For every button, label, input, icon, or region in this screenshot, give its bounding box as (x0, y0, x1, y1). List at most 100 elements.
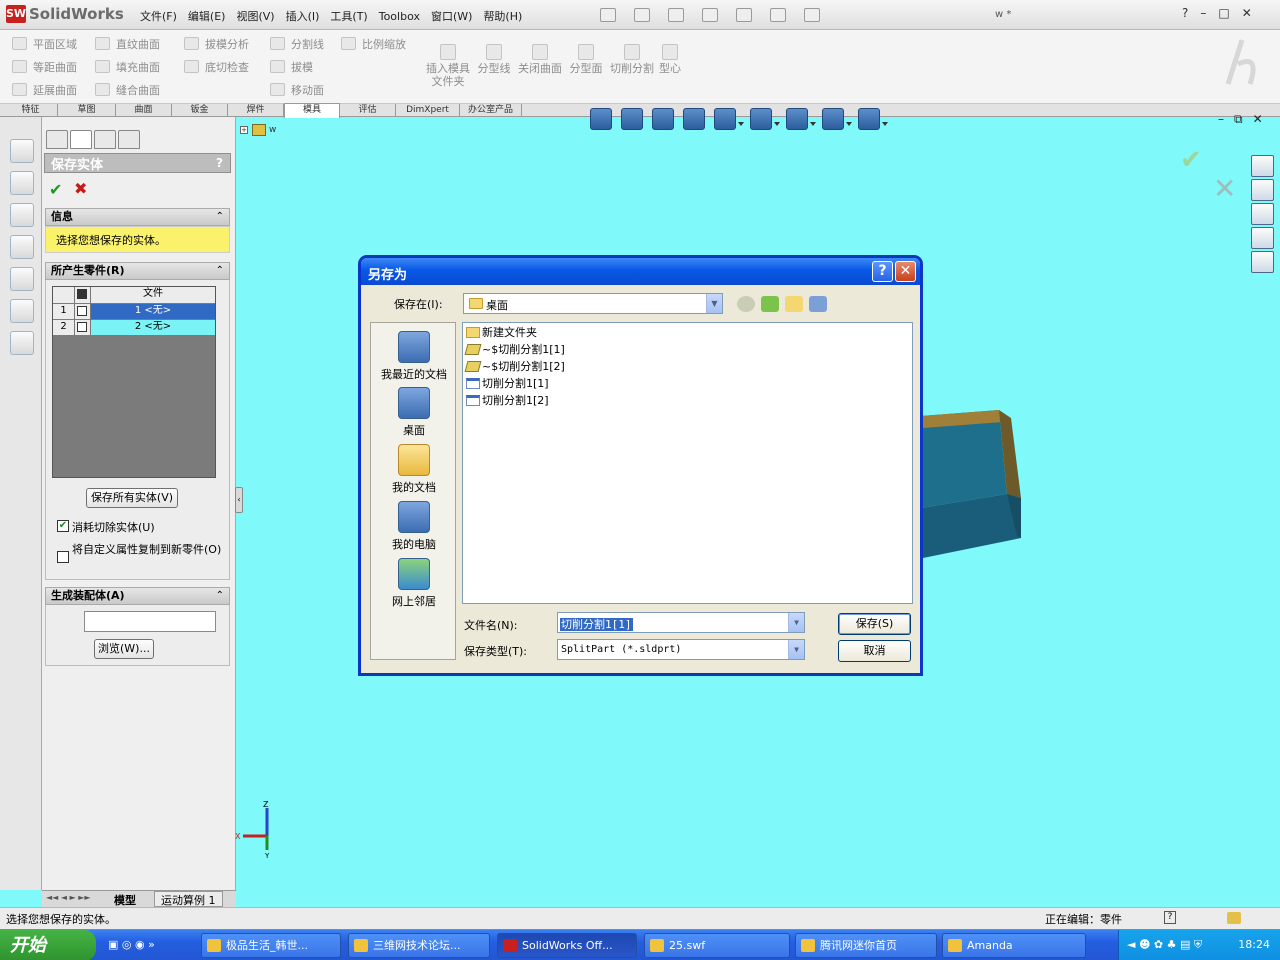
task-button[interactable]: 三维网技术论坛... (348, 933, 490, 958)
row-checkbox[interactable] (75, 304, 91, 319)
tab-model[interactable]: 模型 (114, 892, 136, 908)
chevron-down-icon[interactable] (846, 122, 852, 126)
menu-toolbox[interactable]: Toolbox (379, 10, 420, 23)
cancel-x-icon[interactable]: ✖ (74, 179, 87, 198)
parting-line-button[interactable]: 分型线 (472, 44, 516, 75)
place-network[interactable]: 网上邻居 (371, 558, 457, 609)
tab-sketch[interactable]: 草图 (58, 104, 116, 117)
undo-icon[interactable] (736, 8, 752, 22)
list-item[interactable]: ~$切削分割1[2] (464, 359, 565, 375)
view-palette-icon[interactable] (1251, 227, 1274, 249)
task-button[interactable]: 25.swf (644, 933, 790, 958)
place-my-computer[interactable]: 我的电脑 (371, 501, 457, 552)
tab-scroll-arrows-icon[interactable]: ◄◄ ◄ ► ►► (46, 893, 91, 902)
expand-icon[interactable]: + (240, 126, 248, 134)
save-icon[interactable] (668, 8, 684, 22)
viewport-minimize-button[interactable]: – (1218, 112, 1224, 126)
chevron-down-icon[interactable] (882, 122, 888, 126)
design-library-icon[interactable] (1251, 179, 1274, 201)
scene-icon[interactable] (858, 108, 880, 130)
viewport-restore-button[interactable]: ⧉ (1234, 112, 1243, 126)
status-help-icon[interactable]: ? (1164, 911, 1176, 924)
planar-surface-button[interactable]: 平面区域 (12, 32, 77, 55)
status-rebuild-icon[interactable] (1227, 912, 1241, 924)
collapse-icon[interactable]: ⌃ (216, 263, 224, 279)
chevron-down-icon[interactable]: ▼ (788, 613, 804, 632)
up-folder-icon[interactable] (761, 296, 779, 312)
sketch-tool-icon[interactable] (10, 139, 34, 163)
list-item[interactable]: ~$切削分割1[1] (464, 342, 565, 358)
open-icon[interactable] (634, 8, 650, 22)
place-desktop[interactable]: 桌面 (371, 387, 457, 438)
collapse-icon[interactable]: ⌃ (216, 209, 224, 225)
scale-button[interactable]: 比例缩放 (341, 32, 406, 55)
select-icon[interactable] (770, 8, 786, 22)
shut-off-surface-button[interactable]: 关闭曲面 (518, 44, 562, 75)
task-button[interactable]: 极品生活_韩世... (201, 933, 341, 958)
table-row[interactable]: 1 1 <无> (53, 304, 215, 319)
rectangle-tool-icon[interactable] (10, 235, 34, 259)
filename-field[interactable]: 切削分割1[1] ▼ (557, 612, 805, 633)
menu-help[interactable]: 帮助(H) (483, 8, 522, 24)
parting-surface-button[interactable]: 分型面 (564, 44, 608, 75)
task-button[interactable]: SolidWorks Off... (497, 933, 637, 958)
chevron-down-icon[interactable]: ▼ (788, 640, 804, 659)
menu-window[interactable]: 窗口(W) (431, 8, 472, 24)
smart-dimension-icon[interactable] (10, 171, 34, 195)
model-body-3d[interactable] (921, 408, 1026, 560)
assembly-group-header[interactable]: 生成装配体(A) ⌃ (45, 587, 230, 605)
dialog-help-button[interactable]: ? (872, 261, 893, 282)
previous-view-icon[interactable] (652, 108, 674, 130)
list-item[interactable]: 切削分割1[1] (466, 376, 549, 392)
insert-mold-folder-button[interactable]: 插入模具文件夹 (426, 44, 470, 88)
core-button[interactable]: 型心 (648, 44, 692, 75)
new-document-icon[interactable] (600, 8, 616, 22)
print-icon[interactable] (702, 8, 718, 22)
section-view-icon[interactable] (683, 108, 705, 130)
appearance-icon[interactable] (822, 108, 844, 130)
confirm-ok-icon[interactable]: ✔ (1180, 145, 1202, 175)
view-menu-icon[interactable] (809, 296, 827, 312)
split-line-button[interactable]: 分割线 (270, 32, 324, 55)
row-file-value[interactable]: 1 <无> (91, 304, 215, 319)
display-style-icon[interactable] (750, 108, 772, 130)
minimize-button[interactable]: – (1200, 6, 1206, 20)
chevron-down-icon[interactable] (774, 122, 780, 126)
fill-surface-button[interactable]: 填充曲面 (95, 55, 160, 78)
confirm-cancel-icon[interactable]: ✕ (1213, 172, 1236, 205)
draft-button[interactable]: 拔模 (270, 55, 324, 78)
tray-icons[interactable]: ◄ ☻ ✿ ♣ ▤ ⛨ (1127, 938, 1202, 952)
options-icon[interactable] (804, 8, 820, 22)
save-button[interactable]: 保存(S) (838, 613, 911, 635)
view-orientation-icon[interactable] (714, 108, 736, 130)
viewport-close-button[interactable]: ✕ (1253, 112, 1263, 126)
quick-launch-icons[interactable]: ▣ ◎ ◉ » (108, 938, 168, 954)
resulting-parts-header[interactable]: 所产生零件(R) ⌃ (45, 262, 230, 280)
row-file-value[interactable]: 2 <无> (91, 320, 215, 335)
save-all-bodies-button[interactable]: 保存所有实体(V) (86, 488, 178, 508)
zoom-to-area-icon[interactable] (621, 108, 643, 130)
chevron-down-icon[interactable]: ▼ (706, 294, 722, 313)
close-button[interactable]: ✕ (1242, 6, 1252, 20)
info-group-header[interactable]: 信息 ⌃ (45, 208, 230, 226)
ruled-surface-button[interactable]: 直纹曲面 (95, 32, 160, 55)
menu-file[interactable]: 文件(F) (140, 8, 177, 24)
help-icon[interactable]: ? (1182, 6, 1188, 20)
table-row[interactable]: 2 2 <无> (53, 320, 215, 335)
copy-props-checkbox[interactable] (57, 551, 69, 563)
consume-cut-checkbox[interactable]: ✔ (57, 520, 69, 532)
chevron-down-icon[interactable] (810, 122, 816, 126)
dialog-title-bar[interactable]: 另存为 ? ✕ (361, 258, 920, 285)
filetype-combo[interactable]: SplitPart (*.sldprt) ▼ (557, 639, 805, 660)
menu-tools[interactable]: 工具(T) (330, 8, 367, 24)
panel-collapse-handle[interactable]: ‹ (235, 487, 243, 513)
circle-tool-icon[interactable] (10, 267, 34, 291)
flyout-tree-node[interactable]: + w (240, 124, 276, 136)
list-item[interactable]: 新建文件夹 (466, 325, 537, 341)
place-my-documents[interactable]: 我的文档 (371, 444, 457, 495)
tab-motion-study[interactable]: 运动算例 1 (154, 891, 223, 907)
tab-mold-tools[interactable]: 模具 (284, 103, 340, 118)
tab-weldments[interactable]: 焊件 (228, 104, 284, 117)
home-icon[interactable] (1251, 155, 1274, 177)
offset-surface-button[interactable]: 等距曲面 (12, 55, 77, 78)
